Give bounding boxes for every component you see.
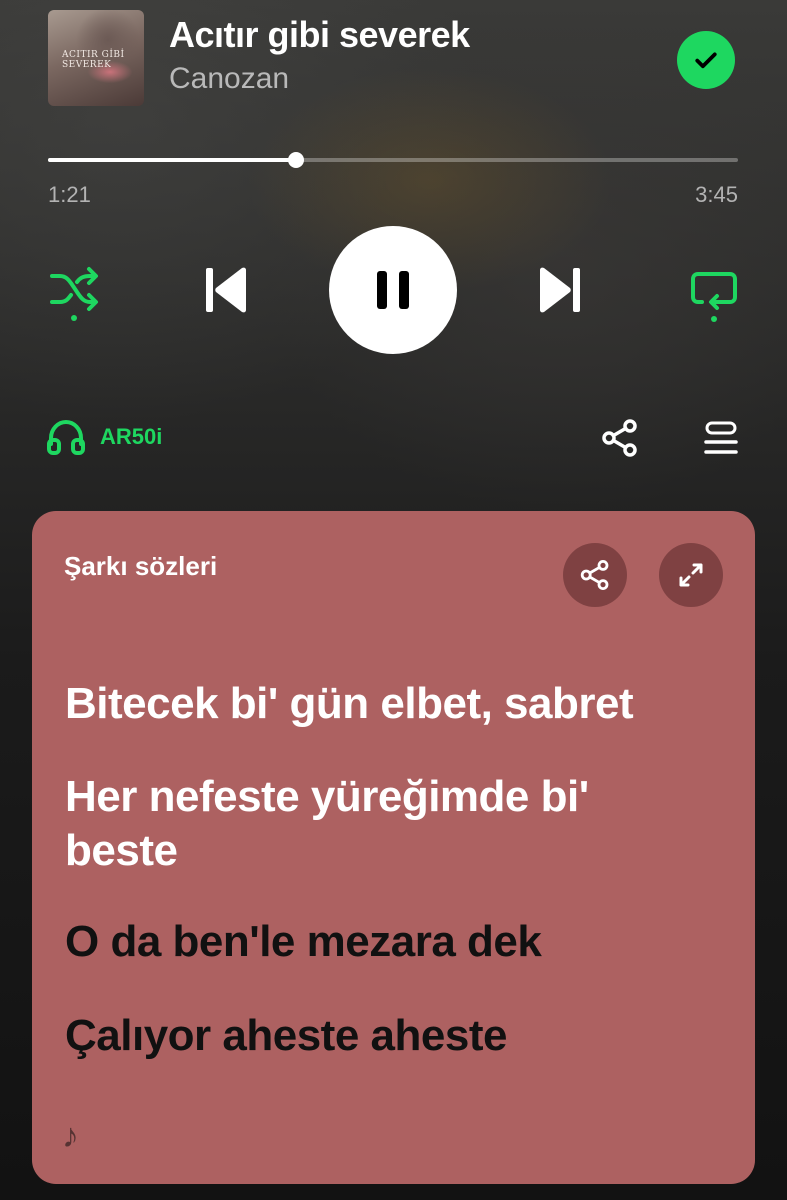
connected-device[interactable]: AR50i: [46, 418, 162, 456]
skip-forward-icon: [540, 267, 580, 313]
progress-bar[interactable]: [48, 152, 738, 168]
total-time: 3:45: [695, 182, 738, 207]
expand-icon: [679, 563, 703, 587]
check-icon: [695, 52, 717, 69]
lyrics-expand-button[interactable]: [659, 543, 723, 607]
shuffle-icon: [50, 267, 98, 321]
album-art[interactable]: ACITIR GİBİ SEVEREK: [48, 10, 144, 106]
share-button[interactable]: [598, 418, 642, 458]
skip-back-icon: [206, 267, 246, 313]
share-icon: [602, 419, 637, 457]
repeat-icon: [691, 272, 737, 322]
pause-icon: [377, 271, 409, 309]
headphones-icon: [47, 419, 85, 455]
lyrics-share-button[interactable]: [563, 543, 627, 607]
track-title[interactable]: Acıtır gibi severek: [169, 14, 470, 56]
progress-fill: [48, 158, 297, 162]
share-icon: [580, 560, 609, 590]
lyrics-title: Şarkı sözleri: [64, 551, 218, 581]
lyric-line[interactable]: Her nefeste yüreğimde bi' beste: [65, 770, 705, 878]
progress-thumb[interactable]: [288, 152, 305, 168]
lyric-line-current[interactable]: Çalıyor aheste aheste: [65, 1009, 705, 1063]
queue-icon: [704, 421, 738, 454]
elapsed-time: 1:21: [48, 182, 91, 207]
track-artist[interactable]: Canozan: [169, 62, 289, 96]
pause-button[interactable]: [329, 226, 457, 354]
previous-button[interactable]: [196, 258, 256, 322]
shuffle-button[interactable]: [44, 262, 104, 322]
album-art-text: ACITIR GİBİ SEVEREK: [62, 50, 125, 70]
music-note-icon: ♪: [62, 1117, 79, 1155]
lyric-line[interactable]: Bitecek bi' gün elbet, sabret: [65, 677, 705, 731]
lyrics-card[interactable]: Şarkı sözleri Bitecek bi' gün elbet, sab…: [32, 511, 755, 1184]
repeat-button[interactable]: [684, 262, 744, 324]
device-name: AR50i: [100, 424, 163, 449]
lyric-line-current[interactable]: O da ben'le mezara dek: [65, 915, 705, 969]
queue-button[interactable]: [700, 418, 742, 458]
liked-button[interactable]: [677, 31, 735, 89]
next-button[interactable]: [530, 258, 590, 322]
